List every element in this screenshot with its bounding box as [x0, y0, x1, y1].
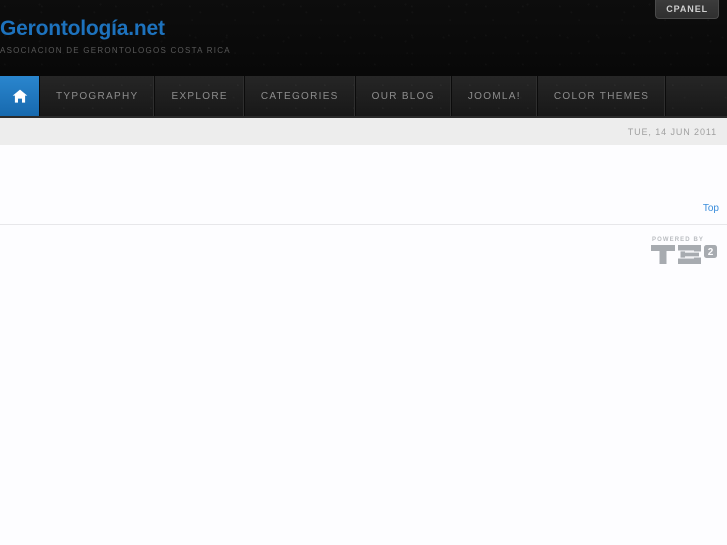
nav-item-home[interactable] — [0, 76, 40, 116]
nav-item-explore[interactable]: EXPLORE — [155, 76, 245, 116]
back-to-top-row: Top — [0, 203, 727, 225]
nav-item-joomla[interactable]: JOOMLA! — [452, 76, 538, 116]
site-header: CPANEL Gerontología.net ASOCIACION DE GE… — [0, 0, 727, 76]
page-root: CPANEL Gerontología.net ASOCIACION DE GE… — [0, 0, 727, 545]
nav-empty-space — [666, 76, 727, 116]
back-to-top-link[interactable]: Top — [703, 203, 719, 215]
t3-mark-icon: 2 — [651, 245, 719, 264]
nav-item-our-blog[interactable]: OUR BLOG — [356, 76, 452, 116]
t3-powered-by-text: POWERED BY — [652, 237, 705, 243]
cpanel-button[interactable]: CPANEL — [655, 0, 719, 19]
main-content-area — [0, 145, 727, 203]
home-icon — [12, 89, 28, 104]
site-footer: POWERED BY 2 — [0, 225, 727, 545]
nav-item-color-themes[interactable]: COLOR THEMES — [538, 76, 667, 116]
logo-slogan: ASOCIACION DE GERONTOLOGOS COSTA RICA — [0, 46, 231, 55]
nav-item-categories[interactable]: CATEGORIES — [245, 76, 356, 116]
nav-item-label: OUR BLOG — [371, 90, 435, 102]
cpanel-label: CPANEL — [666, 4, 708, 14]
t3-powered-by-logo[interactable]: POWERED BY 2 — [651, 237, 719, 264]
nav-item-label: COLOR THEMES — [553, 90, 650, 102]
nav-item-typography[interactable]: TYPOGRAPHY — [40, 76, 156, 116]
date-bar: TUE, 14 JUN 2011 — [0, 118, 727, 145]
current-date: TUE, 14 JUN 2011 — [627, 126, 717, 137]
nav-item-label: JOOMLA! — [467, 90, 521, 102]
svg-text:2: 2 — [708, 247, 714, 258]
site-logo[interactable]: Gerontología.net ASOCIACION DE GERONTOLO… — [0, 18, 231, 56]
nav-item-label: TYPOGRAPHY — [56, 90, 139, 102]
nav-item-label: EXPLORE — [171, 90, 228, 102]
nav-item-label: CATEGORIES — [260, 90, 339, 102]
logo-title: Gerontología.net — [0, 17, 165, 40]
main-navigation: TYPOGRAPHY EXPLORE CATEGORIES OUR BLOG J… — [0, 76, 727, 118]
